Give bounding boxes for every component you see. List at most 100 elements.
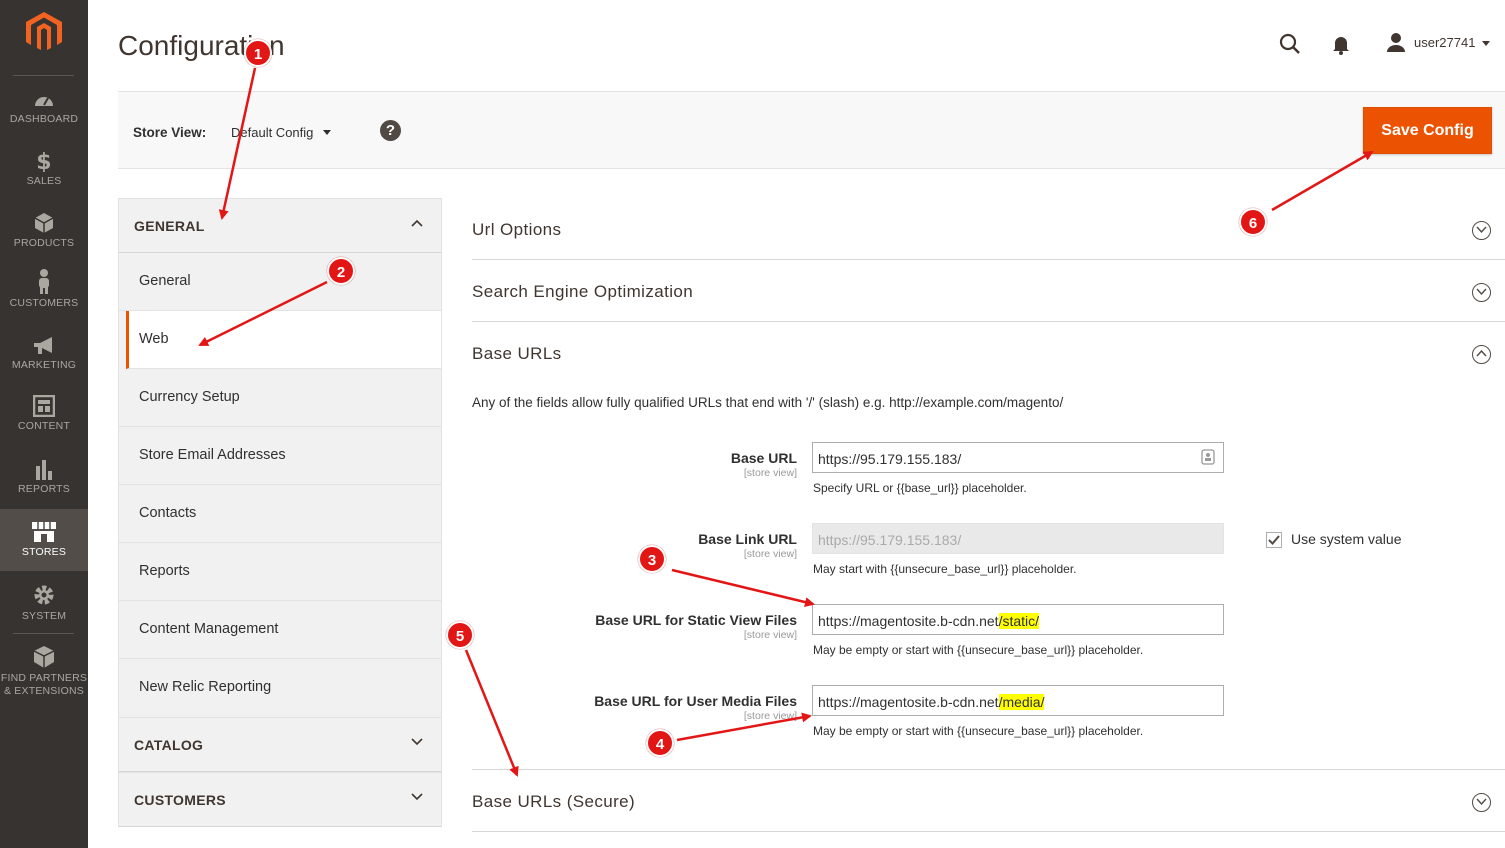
use-system-value-checkbox[interactable]	[1266, 532, 1282, 548]
media-url-input[interactable]: https://magentosite.b-cdn.net/media/	[812, 685, 1224, 716]
search-icon[interactable]	[1279, 33, 1301, 55]
annotation-badge-5: 5	[446, 621, 474, 649]
user-name[interactable]: user27741	[1414, 35, 1475, 50]
user-menu-caret-icon[interactable]	[1482, 41, 1490, 46]
static-url-label: Base URL for Static View Files	[595, 612, 797, 628]
help-icon[interactable]: ?	[380, 120, 401, 141]
cube-icon	[34, 213, 54, 233]
tab-group-catalog[interactable]: CATALOG	[118, 717, 442, 772]
expand-icon[interactable]	[1472, 221, 1491, 240]
nav-item-system[interactable]: SYSTEM	[0, 583, 88, 645]
scope-label: [store view]	[743, 710, 797, 722]
expand-icon[interactable]	[1472, 283, 1491, 302]
nav-label: STORES	[21, 546, 67, 558]
static-url-note: May be empty or start with {{unsecure_ba…	[813, 643, 1144, 657]
media-url-note: May be empty or start with {{unsecure_ba…	[813, 724, 1144, 738]
chevron-down-icon[interactable]	[411, 738, 423, 746]
tab-item-store-email-addresses[interactable]: Store Email Addresses	[119, 427, 441, 485]
save-config-button[interactable]: Save Config	[1363, 107, 1492, 154]
media-url-value-prefix: https://magentosite.b-cdn.net	[818, 694, 999, 710]
tab-group-customers[interactable]: CUSTOMERS	[118, 772, 442, 827]
admin-sidebar: DASHBOARD $ SALES PRODUCTS CUSTOMERS MAR…	[0, 0, 88, 848]
chevron-down-icon[interactable]	[323, 130, 331, 135]
use-system-value-label[interactable]: Use system value	[1291, 531, 1401, 547]
base-link-url-input: https://95.179.155.183/	[812, 523, 1224, 554]
contact-card-icon[interactable]	[1201, 449, 1215, 465]
media-url-value-highlight: /media/	[998, 694, 1045, 710]
nav-item-find-partners[interactable]: FIND PARTNERS & EXTENSIONS	[0, 645, 88, 707]
gear-icon	[34, 585, 54, 605]
scope-label: [store view]	[743, 548, 797, 560]
config-tabs: GENERAL General Web Currency Setup Store…	[118, 198, 442, 827]
annotation-badge-6: 6	[1239, 208, 1267, 236]
nav-label: DASHBOARD	[9, 113, 79, 125]
store-view-label: Store View:	[133, 125, 207, 140]
tab-label: General	[139, 273, 191, 289]
expand-icon[interactable]	[1472, 793, 1491, 812]
chevron-up-icon[interactable]	[411, 219, 423, 227]
bar-chart-icon	[36, 460, 52, 480]
tab-item-content-management[interactable]: Content Management	[119, 601, 441, 659]
annotation-badge-1: 1	[244, 39, 272, 67]
nav-label: FIND PARTNERS	[0, 672, 88, 684]
nav-item-content[interactable]: CONTENT	[0, 395, 88, 457]
nav-label: & EXTENSIONS	[3, 685, 84, 697]
dollar-icon: $	[36, 150, 52, 172]
megaphone-icon	[34, 337, 52, 354]
user-icon[interactable]	[1386, 32, 1406, 52]
bell-icon[interactable]	[1332, 35, 1350, 55]
annotation-arrow-3	[671, 568, 815, 607]
base-link-url-label: Base Link URL	[698, 531, 797, 547]
base-url-input[interactable]: https://95.179.155.183/	[812, 442, 1224, 473]
media-url-label: Base URL for User Media Files	[594, 693, 797, 709]
tab-item-new-relic-reporting[interactable]: New Relic Reporting	[119, 659, 441, 717]
nav-item-sales[interactable]: $ SALES	[0, 150, 88, 212]
nav-item-products[interactable]: PRODUCTS	[0, 212, 88, 274]
nav-item-marketing[interactable]: MARKETING	[0, 336, 88, 398]
magento-logo-icon[interactable]	[26, 12, 62, 52]
tab-item-currency-setup[interactable]: Currency Setup	[119, 369, 441, 427]
tab-group-title: CATALOG	[134, 737, 204, 753]
nav-item-stores[interactable]: STORES	[0, 509, 88, 571]
tab-group-general[interactable]: GENERAL	[118, 198, 442, 253]
annotation-badge-3: 3	[638, 545, 666, 573]
static-url-value-highlight: /static/	[998, 613, 1040, 629]
section-title: Base URLs (Secure)	[472, 792, 636, 811]
collapse-icon[interactable]	[1472, 345, 1491, 364]
section-title: Base URLs	[472, 344, 562, 363]
nav-label: SALES	[26, 175, 62, 187]
checkmark-icon	[1268, 535, 1280, 545]
tab-label: Reports	[139, 563, 190, 579]
tab-item-reports[interactable]: Reports	[119, 543, 441, 601]
base-urls-note: Any of the fields allow fully qualified …	[472, 395, 1064, 410]
store-view-select[interactable]: Default Config	[231, 125, 313, 140]
extensions-icon	[33, 646, 55, 668]
static-url-value-prefix: https://magentosite.b-cdn.net	[818, 613, 999, 629]
tab-label: New Relic Reporting	[139, 679, 272, 695]
tab-label: Web	[139, 331, 169, 347]
section-base-urls-secure[interactable]: Base URLs (Secure)	[472, 769, 1505, 832]
section-seo[interactable]: Search Engine Optimization	[472, 260, 1505, 322]
tab-list-general: General Web Currency Setup Store Email A…	[118, 253, 442, 717]
tab-item-general[interactable]: General	[119, 253, 441, 311]
tab-label: Contacts	[139, 505, 197, 521]
storefront-icon	[32, 522, 56, 542]
person-icon	[39, 269, 49, 294]
nav-label: PRODUCTS	[13, 237, 75, 249]
store-view-bar: Store View: Default Config ? Save Config	[118, 91, 1505, 169]
svg-text:$: $	[36, 150, 52, 172]
nav-label: REPORTS	[18, 483, 70, 495]
scope-label: [store view]	[743, 629, 797, 641]
static-url-input[interactable]: https://magentosite.b-cdn.net/static/	[812, 604, 1224, 635]
nav-item-dashboard[interactable]: DASHBOARD	[0, 90, 88, 152]
nav-label: CUSTOMERS	[9, 297, 79, 309]
section-title: Search Engine Optimization	[472, 282, 694, 301]
annotation-badge-2: 2	[327, 257, 355, 285]
chevron-down-icon[interactable]	[411, 793, 423, 801]
tab-item-web[interactable]: Web	[126, 311, 441, 369]
section-base-urls[interactable]: Base URLs	[472, 322, 1505, 383]
nav-item-customers[interactable]: CUSTOMERS	[0, 268, 88, 330]
section-url-options[interactable]: Url Options	[472, 198, 1505, 260]
tab-label: Currency Setup	[139, 389, 240, 405]
tab-item-contacts[interactable]: Contacts	[119, 485, 441, 543]
